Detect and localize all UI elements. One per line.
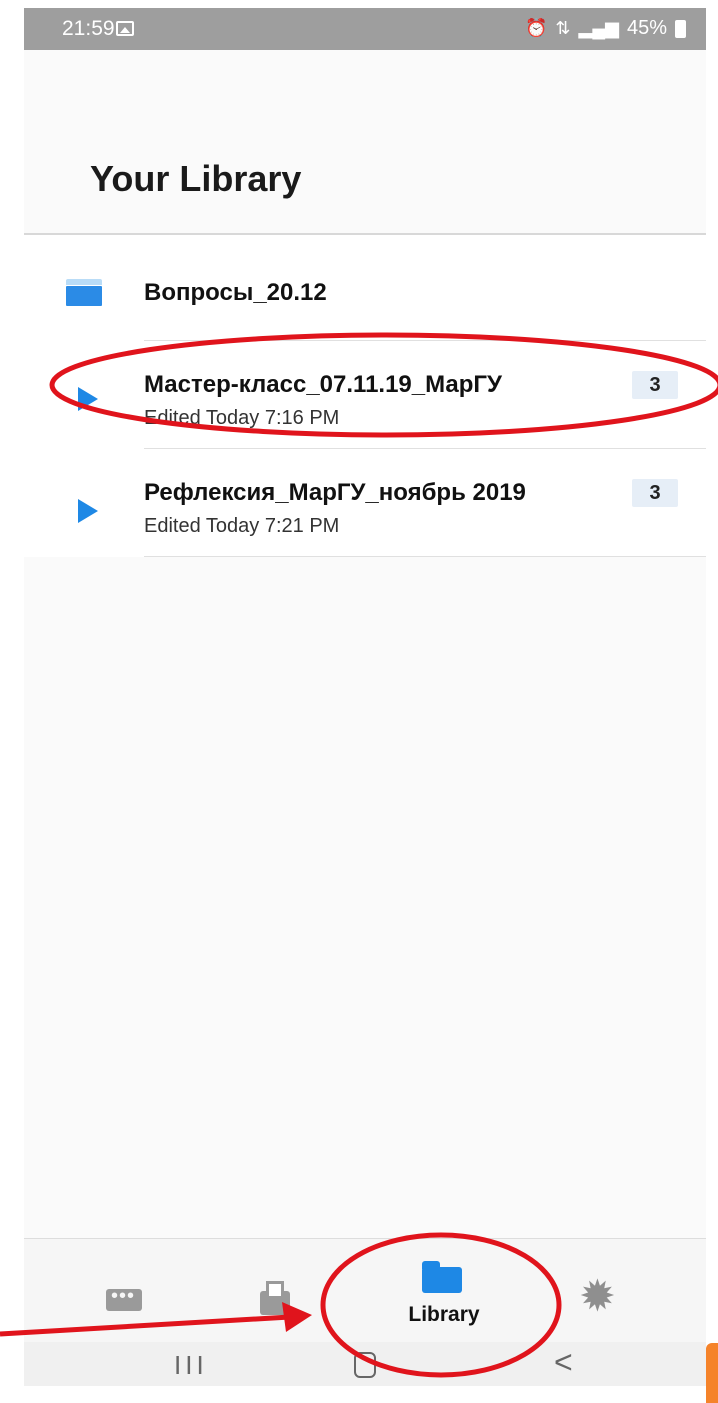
back-button[interactable]: < (554, 1344, 573, 1381)
image-icon (116, 21, 134, 36)
divider (144, 556, 706, 557)
recent-apps-button[interactable]: III (174, 1350, 208, 1381)
inbox-icon[interactable] (260, 1281, 290, 1315)
alarm-icon: ⏰ (525, 18, 548, 38)
status-time: 21:59 (62, 17, 115, 40)
tab-library-label[interactable]: Library (404, 1303, 484, 1327)
data-icon: ⇅ (555, 18, 571, 38)
status-bar: 21:59 ⏰ ⇅ ▂▄▆ 45% (24, 8, 706, 50)
system-nav-bar: III < (24, 1342, 706, 1386)
folder-icon (66, 279, 102, 306)
folder-row[interactable]: Вопросы_20.12 (24, 235, 706, 341)
battery-percent: 45% (626, 17, 667, 39)
status-right: ⏰ ⇅ ▂▄▆ 45% (525, 17, 686, 40)
item-edited: Edited Today 7:21 PM (144, 515, 340, 537)
play-icon (78, 499, 98, 523)
phone-screen: 21:59 ⏰ ⇅ ▂▄▆ 45% Your Library Вопросы_2… (24, 8, 706, 1386)
signal-icon: ▂▄▆ (578, 18, 619, 38)
folder-name: Вопросы_20.12 (144, 279, 327, 306)
library-header: Your Library (24, 50, 706, 235)
slide-corner-decoration (706, 1343, 718, 1403)
bottom-nav: Library ✹ (24, 1238, 706, 1343)
library-folder-icon[interactable] (422, 1261, 462, 1293)
page-title: Your Library (90, 158, 302, 199)
item-title: Мастер-класс_07.11.19_МарГУ (144, 371, 502, 398)
item-title: Рефлексия_МарГУ_ноябрь 2019 (144, 479, 526, 506)
item-count-badge: 3 (632, 479, 678, 507)
library-list: Вопросы_20.12 Мастер-класс_07.11.19_МарГ… (24, 235, 706, 557)
list-item-reflection[interactable]: Рефлексия_МарГУ_ноябрь 2019 Edited Today… (24, 449, 706, 557)
list-item-master-class[interactable]: Мастер-класс_07.11.19_МарГУ Edited Today… (24, 341, 706, 449)
home-button[interactable] (354, 1352, 376, 1378)
item-count-badge: 3 (632, 371, 678, 399)
item-edited: Edited Today 7:16 PM (144, 407, 340, 429)
play-icon (78, 387, 98, 411)
people-icon[interactable] (106, 1285, 142, 1311)
battery-icon (675, 19, 686, 38)
gear-icon[interactable]: ✹ (579, 1275, 616, 1319)
